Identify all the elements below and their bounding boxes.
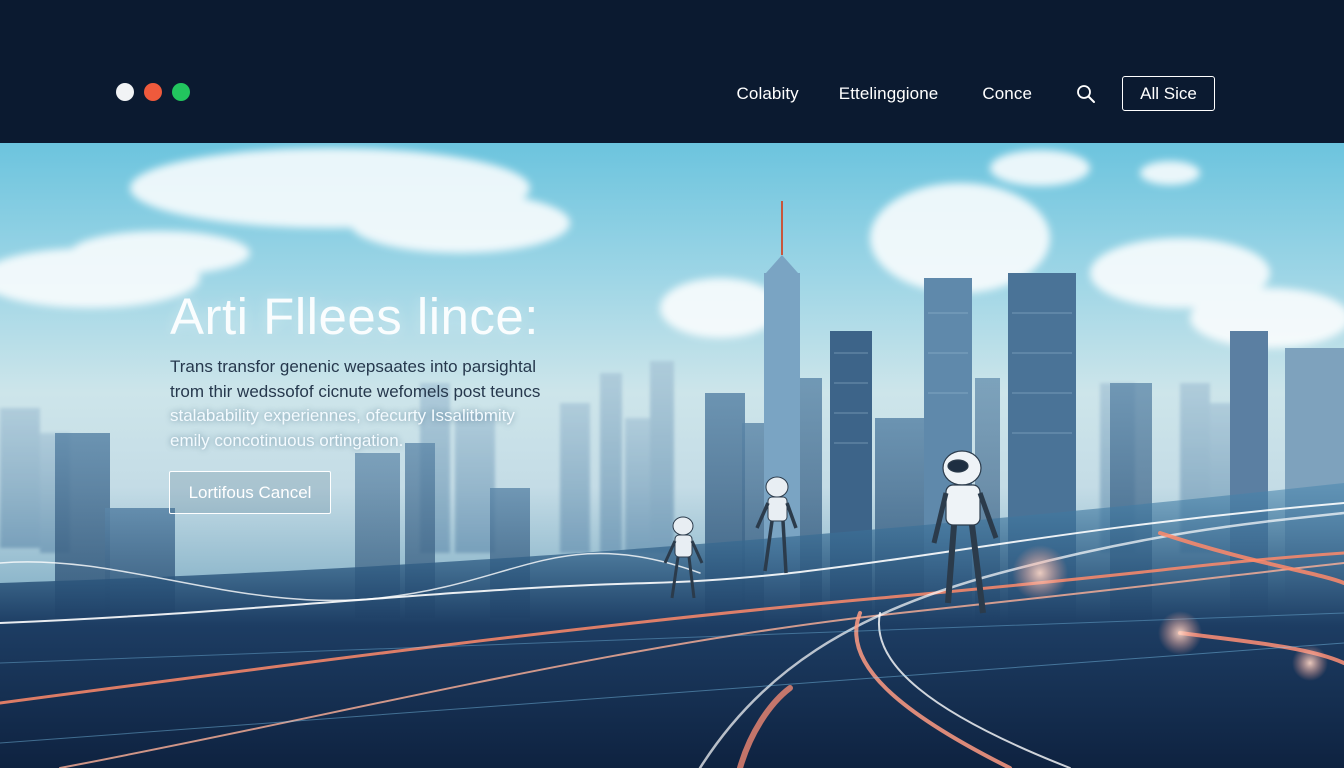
hero-section: Arti Fllees lince: Trans transfor geneni… [0, 143, 1344, 768]
hero-background-illustration [0, 148, 1344, 768]
top-navigation-bar: Colabity Ettelinggione Conce All Sice [0, 0, 1344, 143]
all-sice-button[interactable]: All Sice [1122, 76, 1215, 111]
hero-description-line: trom thir wedssofof cicnute wefomels pos… [170, 381, 541, 401]
hero-description-line: stalabability experiennes, ofecurty Issa… [170, 406, 515, 425]
hero-description-line: Trans transfor genenic wepsaates into pa… [170, 357, 537, 376]
nav-link-ettelinggione[interactable]: Ettelinggione [839, 84, 939, 104]
window-dot-red[interactable] [144, 83, 162, 101]
hero-cta-button[interactable]: Lortifous Cancel [169, 471, 331, 514]
nav-link-conce[interactable]: Conce [982, 84, 1032, 104]
hero-description-line: emily concotinuous ortingation. [170, 430, 404, 450]
window-controls [116, 83, 190, 101]
window-dot-white[interactable] [116, 83, 134, 101]
main-nav: Colabity Ettelinggione Conce All Sice [737, 76, 1215, 111]
search-icon[interactable] [1076, 84, 1096, 104]
nav-link-colabity[interactable]: Colabity [737, 84, 799, 104]
window-dot-green[interactable] [172, 83, 190, 101]
hero-title: Arti Fllees lince: [170, 288, 539, 345]
hero-description: Trans transfor genenic wepsaates into pa… [170, 355, 610, 453]
